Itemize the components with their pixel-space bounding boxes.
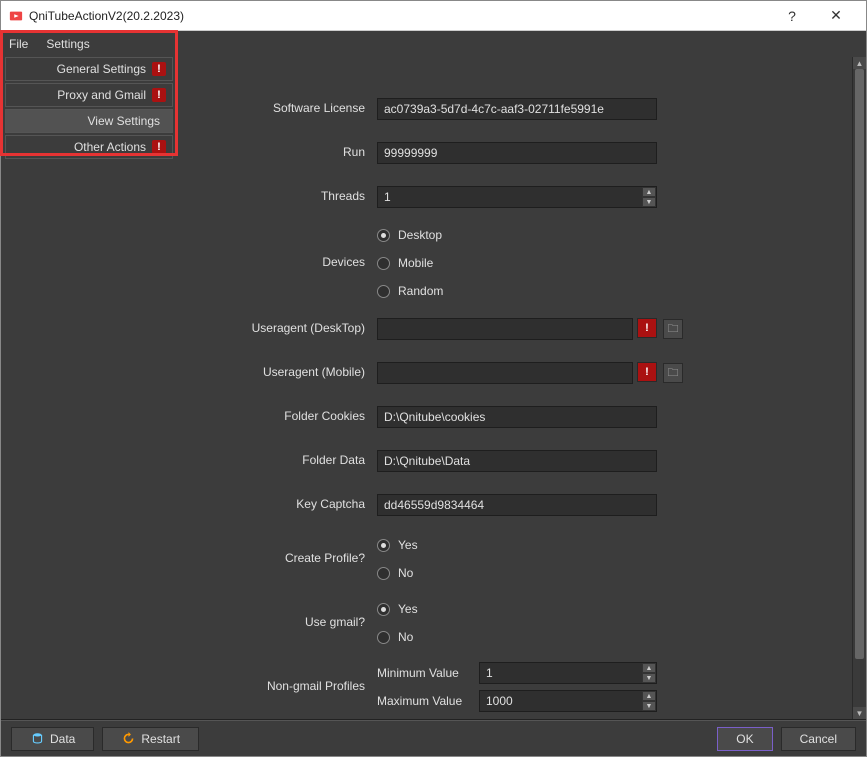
window-title: QniTubeActionV2(20.2.2023) [29, 9, 184, 23]
label-maximum-value: Maximum Value [377, 694, 471, 708]
label-folder-data: Folder Data [177, 453, 377, 469]
alert-icon: ! [152, 88, 166, 102]
alert-icon[interactable]: ! [637, 362, 657, 382]
alert-icon: ! [152, 140, 166, 154]
radio-random[interactable] [377, 285, 390, 298]
input-minimum-value[interactable] [479, 662, 657, 684]
browse-button[interactable]: 🗀 [663, 363, 683, 383]
button-label: Cancel [800, 732, 837, 746]
radio-mobile[interactable] [377, 257, 390, 270]
close-button[interactable]: ✕ [814, 1, 858, 30]
sidebar-item-label: View Settings [12, 114, 166, 128]
alert-icon[interactable]: ! [637, 318, 657, 338]
button-label: OK [736, 732, 753, 746]
vertical-scrollbar[interactable]: ▲ ▼ [852, 57, 866, 719]
main-panel: Software License Run Threads [177, 57, 866, 719]
input-useragent-mobile[interactable] [377, 362, 633, 384]
menu-file[interactable]: File [7, 33, 30, 55]
database-icon [30, 732, 44, 746]
label-create-profile: Create Profile? [177, 551, 377, 567]
input-key-captcha[interactable] [377, 494, 657, 516]
input-threads[interactable] [377, 186, 657, 208]
restart-button[interactable]: Restart [102, 727, 199, 751]
label-useragent-desktop: Useragent (DeskTop) [177, 321, 377, 337]
scroll-down-icon[interactable]: ▼ [853, 707, 866, 719]
input-software-license[interactable] [377, 98, 657, 120]
radio-use-gmail-yes[interactable] [377, 603, 390, 616]
scroll-up-icon[interactable]: ▲ [853, 57, 866, 69]
ok-button[interactable]: OK [717, 727, 772, 751]
application-window: QniTubeActionV2(20.2.2023) ? ✕ File Sett… [0, 0, 867, 757]
sidebar-item-view-settings[interactable]: View Settings [5, 109, 173, 133]
spin-threads[interactable]: ▲▼ [642, 187, 656, 207]
sidebar-item-label: Proxy and Gmail [12, 88, 152, 102]
label-use-gmail: Use gmail? [177, 615, 377, 631]
radio-label: Desktop [398, 228, 442, 242]
input-run[interactable] [377, 142, 657, 164]
menu-settings[interactable]: Settings [44, 33, 91, 55]
app-icon [9, 9, 23, 23]
label-software-license: Software License [177, 101, 377, 117]
label-threads: Threads [177, 189, 377, 205]
spin-min[interactable]: ▲▼ [642, 663, 656, 683]
input-folder-data[interactable] [377, 450, 657, 472]
sidebar-item-other-actions[interactable]: Other Actions ! [5, 135, 173, 159]
radio-label: No [398, 630, 413, 644]
radio-label: Mobile [398, 256, 433, 270]
radio-label: No [398, 566, 413, 580]
button-label: Data [50, 732, 75, 746]
input-useragent-desktop[interactable] [377, 318, 633, 340]
label-devices: Devices [177, 255, 377, 271]
title-bar: QniTubeActionV2(20.2.2023) ? ✕ [1, 1, 866, 31]
radio-create-profile-yes[interactable] [377, 539, 390, 552]
label-folder-cookies: Folder Cookies [177, 409, 377, 425]
label-key-captcha: Key Captcha [177, 497, 377, 513]
sidebar-item-general-settings[interactable]: General Settings ! [5, 57, 173, 81]
data-button[interactable]: Data [11, 727, 94, 751]
radio-desktop[interactable] [377, 229, 390, 242]
alert-icon: ! [152, 62, 166, 76]
input-maximum-value[interactable] [479, 690, 657, 712]
restart-icon [121, 732, 135, 746]
settings-form: Software License Run Threads [177, 57, 866, 719]
form-scroll-area: Software License Run Threads [177, 57, 866, 719]
spin-max[interactable]: ▲▼ [642, 691, 656, 711]
scrollbar-thumb[interactable] [855, 69, 864, 659]
radio-label: Yes [398, 602, 418, 616]
label-run: Run [177, 145, 377, 161]
radio-label: Yes [398, 538, 418, 552]
label-non-gmail-profiles: Non-gmail Profiles [177, 679, 377, 695]
radio-create-profile-no[interactable] [377, 567, 390, 580]
sidebar-item-label: Other Actions [12, 140, 152, 154]
footer-bar: Data Restart OK Cancel [1, 720, 866, 756]
input-folder-cookies[interactable] [377, 406, 657, 428]
sidebar-item-label: General Settings [12, 62, 152, 76]
menu-bar: File Settings [1, 31, 866, 57]
label-minimum-value: Minimum Value [377, 666, 471, 680]
cancel-button[interactable]: Cancel [781, 727, 856, 751]
radio-use-gmail-no[interactable] [377, 631, 390, 644]
sidebar: General Settings ! Proxy and Gmail ! Vie… [1, 57, 177, 719]
sidebar-item-proxy-and-gmail[interactable]: Proxy and Gmail ! [5, 83, 173, 107]
help-button[interactable]: ? [770, 1, 814, 30]
browse-button[interactable]: 🗀 [663, 319, 683, 339]
button-label: Restart [141, 732, 180, 746]
content-area: General Settings ! Proxy and Gmail ! Vie… [1, 57, 866, 720]
radio-label: Random [398, 284, 443, 298]
label-useragent-mobile: Useragent (Mobile) [177, 365, 377, 381]
